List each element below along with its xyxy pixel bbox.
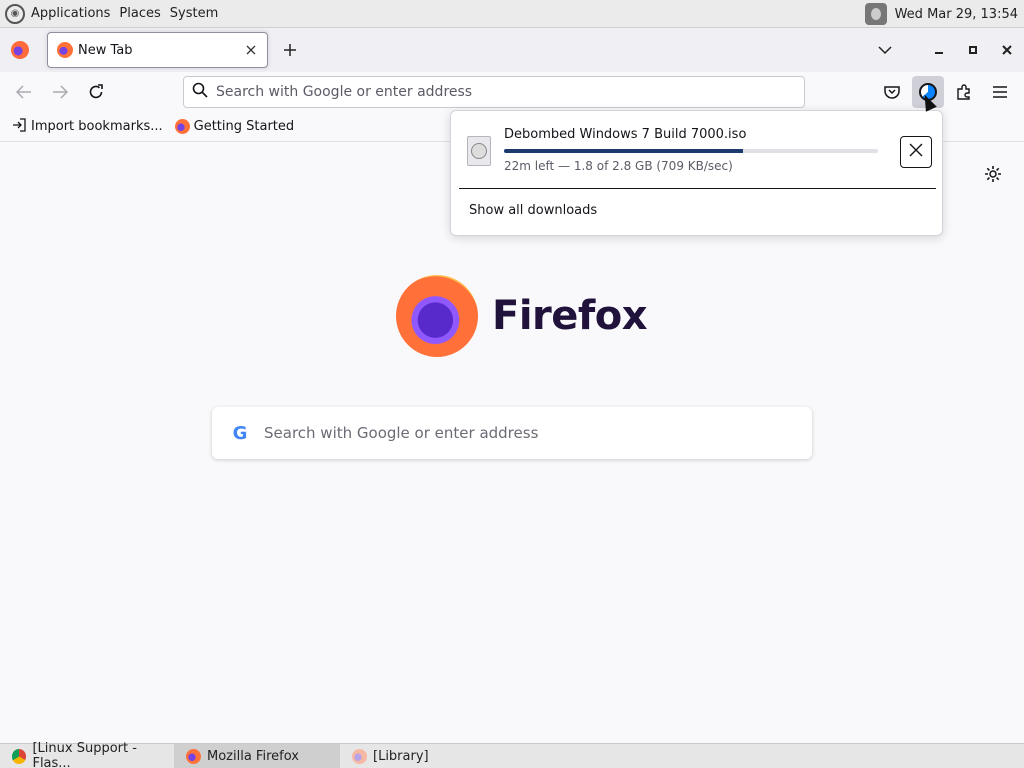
taskbar-label: [Library]	[373, 748, 429, 764]
cancel-download-button[interactable]	[900, 136, 932, 168]
clock[interactable]: Wed Mar 29, 13:54	[895, 7, 1018, 22]
system-menu[interactable]: System	[170, 6, 218, 21]
gear-icon[interactable]	[982, 163, 1004, 185]
firefox-favicon-icon	[57, 42, 73, 58]
url-bar-placeholder: Search with Google or enter address	[216, 84, 473, 100]
distro-logo-icon[interactable]: ◉	[5, 3, 25, 24]
bookmark-import[interactable]: Import bookmarks...	[12, 117, 163, 136]
taskbar-label: [Linux Support - Flas...	[32, 741, 137, 768]
maximize-icon[interactable]	[956, 33, 990, 67]
downloads-panel: Debombed Windows 7 Build 7000.iso 22m le…	[450, 110, 943, 236]
close-tab-icon[interactable]	[239, 38, 263, 62]
chrome-icon	[12, 748, 27, 764]
bookmark-label: Getting Started	[193, 119, 295, 134]
close-window-icon[interactable]	[990, 33, 1024, 67]
divider	[459, 188, 936, 189]
google-icon: G	[232, 422, 248, 444]
firefox-icon	[186, 748, 201, 764]
nav-bar: Search with Google or enter address	[0, 72, 1024, 112]
firefox-view-icon[interactable]	[11, 41, 29, 59]
newtab-search-input[interactable]: G Search with Google or enter address	[212, 407, 812, 459]
bookmark-label: Import bookmarks...	[31, 119, 163, 134]
top-panel: ◉ Applications Places System Wed Mar 29,…	[0, 0, 1024, 28]
show-all-downloads-button[interactable]: Show all downloads	[469, 203, 597, 218]
firefox-logo-icon	[396, 275, 478, 357]
url-bar[interactable]: Search with Google or enter address	[183, 76, 805, 108]
taskbar-item-library[interactable]: [Library]	[340, 744, 500, 768]
tab-title: New Tab	[78, 42, 133, 58]
list-all-tabs-icon[interactable]	[868, 33, 902, 67]
extensions-icon[interactable]	[948, 76, 980, 108]
newtab-search-placeholder: Search with Google or enter address	[264, 424, 539, 442]
firefox-icon	[352, 748, 367, 764]
applications-menu[interactable]: Applications	[31, 6, 110, 21]
pocket-icon[interactable]	[876, 76, 908, 108]
new-tab-button[interactable]	[278, 38, 302, 62]
download-progress-fill	[504, 149, 744, 153]
back-button[interactable]	[8, 76, 40, 108]
forward-button[interactable]	[44, 76, 76, 108]
places-menu[interactable]: Places	[119, 6, 160, 21]
download-progress-bar	[504, 149, 878, 153]
download-status: 22m left — 1.8 of 2.8 GB (709 KB/sec)	[504, 159, 733, 173]
minimize-icon[interactable]	[922, 33, 956, 67]
search-icon	[192, 82, 208, 102]
volume-icon[interactable]	[864, 3, 887, 25]
import-icon	[12, 117, 27, 136]
tab-new-tab[interactable]: New Tab	[47, 32, 268, 68]
hamburger-menu-icon[interactable]	[984, 76, 1016, 108]
taskbar-label: Mozilla Firefox	[207, 748, 299, 764]
tab-strip: New Tab	[0, 28, 1024, 72]
firefox-favicon-icon	[174, 119, 190, 134]
taskbar: [Linux Support - Flas... Mozilla Firefox…	[0, 741, 1024, 768]
firefox-hero: Firefox	[396, 275, 648, 357]
download-file-name[interactable]: Debombed Windows 7 Build 7000.iso	[504, 127, 746, 142]
taskbar-item-chrome[interactable]: [Linux Support - Flas...	[0, 741, 174, 768]
reload-button[interactable]	[80, 76, 112, 108]
firefox-wordmark: Firefox	[492, 293, 648, 339]
bookmark-getting-started[interactable]: Getting Started	[174, 119, 295, 134]
close-icon	[909, 143, 923, 161]
taskbar-item-firefox[interactable]: Mozilla Firefox	[174, 743, 340, 768]
iso-file-icon	[467, 136, 491, 166]
